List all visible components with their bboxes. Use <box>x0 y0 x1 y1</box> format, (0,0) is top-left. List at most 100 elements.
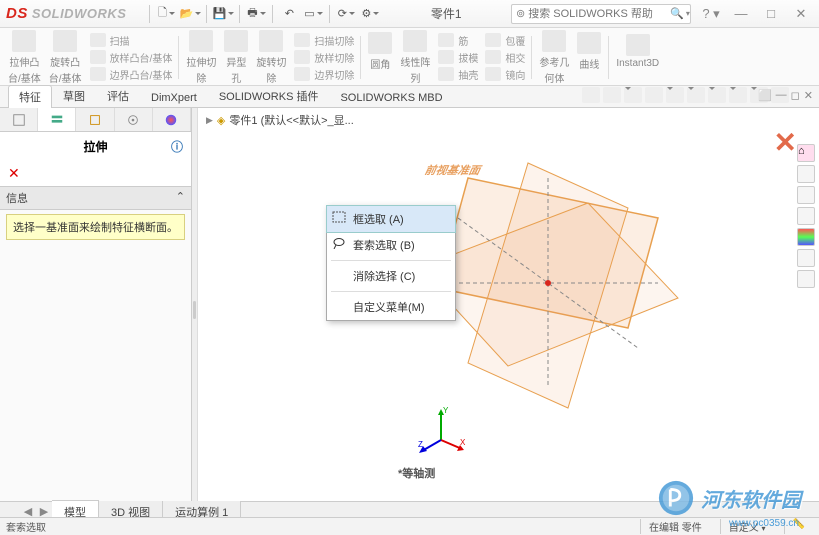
extrude-boss-button[interactable]: 拉伸凸台/基体 <box>4 30 45 85</box>
part-icon: ◈ <box>217 114 225 127</box>
search-glass-icon[interactable]: 🔍 <box>670 7 684 20</box>
doc-min-icon[interactable]: — <box>776 89 787 102</box>
ds-logo-icon: DS <box>6 5 28 22</box>
prev-view-button[interactable] <box>624 87 642 103</box>
cut-group: 扫描切除 放样切除 边界切除 <box>290 30 357 85</box>
shell-button[interactable]: 抽壳 <box>437 66 478 82</box>
zoom-fit-button[interactable] <box>582 87 600 103</box>
minimize-button[interactable]: — <box>729 5 753 23</box>
help-button[interactable]: ? ▾ <box>699 5 723 23</box>
select-button[interactable]: ▭ <box>302 4 324 24</box>
taskpane-explorer-icon[interactable] <box>797 186 815 204</box>
taskpane-props-icon[interactable] <box>797 249 815 267</box>
help-search[interactable]: ⊚ 🔍 ▾ <box>511 4 691 24</box>
boundary-cut-button[interactable]: 边界切除 <box>293 66 354 82</box>
panel-tab-tree[interactable] <box>0 108 38 131</box>
revolve-boss-button[interactable]: 旋转凸台/基体 <box>45 30 86 85</box>
breadcrumb-arrow-icon: ▶ <box>206 115 213 126</box>
sweep-cut-button[interactable]: 扫描切除 <box>293 32 354 48</box>
fillet-button[interactable]: 圆角 <box>364 30 396 85</box>
menu-clear-select[interactable]: 消除选择 (C) <box>327 263 455 289</box>
tab-sketch[interactable]: 草图 <box>52 84 96 107</box>
save-button[interactable]: 💾 <box>212 4 234 24</box>
lasso-icon <box>332 237 346 249</box>
taskpane-home-icon[interactable]: ⌂ <box>797 144 815 162</box>
tab-dimxpert[interactable]: DimXpert <box>140 88 208 107</box>
collapse-icon: ⌃ <box>176 190 185 206</box>
hide-show-button[interactable] <box>708 87 726 103</box>
breadcrumb[interactable]: ▶ ◈ 零件1 (默认<<默认>_显... <box>206 112 354 128</box>
search-icon: ⊚ <box>516 7 525 20</box>
doc-window-controls: ⬜ — ◻ ✕ <box>758 89 813 102</box>
close-button[interactable]: ✕ <box>789 5 813 23</box>
draft-button[interactable]: 拔模 <box>437 49 478 65</box>
wrap-button[interactable]: 包覆 <box>484 32 525 48</box>
taskpane-appearance-icon[interactable] <box>797 228 815 246</box>
rib-button[interactable]: 筋 <box>437 32 468 48</box>
menu-lasso-select[interactable]: 套索选取 (B) <box>327 232 455 258</box>
ref-geom-button[interactable]: 参考几何体 <box>535 30 573 85</box>
tab-features[interactable]: 特征 <box>8 85 52 108</box>
doc-restore-icon[interactable]: ⬜ <box>758 89 772 102</box>
graphics-viewport[interactable]: ▶ ◈ 零件1 (默认<<默认>_显... ✕ ⌂ 前视基准面 <box>198 108 819 511</box>
new-doc-button[interactable]: 🗋 <box>155 4 177 24</box>
sweep-button[interactable]: 扫描 <box>89 32 130 48</box>
revolve-cut-button[interactable]: 旋转切除 <box>252 30 290 85</box>
print-button[interactable]: 🖶 <box>245 4 267 24</box>
menu-box-select[interactable]: 框选取 (A) <box>326 205 456 233</box>
panel-section-header[interactable]: 信息⌃ <box>0 186 191 210</box>
doc-max-icon[interactable]: ◻ <box>791 89 800 102</box>
appearance-button[interactable] <box>729 87 747 103</box>
section-view-button[interactable] <box>645 87 663 103</box>
panel-cancel-button[interactable]: ✕ <box>0 161 191 186</box>
curves-button[interactable]: 曲线 <box>573 30 605 85</box>
doc-close-icon[interactable]: ✕ <box>804 89 813 102</box>
property-manager: 拉伸 ⓘ ✕ 信息⌃ 选择一基准面来绘制特征横断面。 <box>0 108 192 511</box>
display-style-button[interactable] <box>687 87 705 103</box>
panel-tab-appearance[interactable] <box>153 108 191 131</box>
panel-tab-config[interactable] <box>76 108 114 131</box>
panel-hint-text: 选择一基准面来绘制特征横断面。 <box>6 214 185 240</box>
mirror-button[interactable]: 镜向 <box>484 66 525 82</box>
taskpane-forum-icon[interactable] <box>797 270 815 288</box>
intersect-button[interactable]: 相交 <box>484 49 525 65</box>
view-name-label: *等轴测 <box>398 465 435 481</box>
tab-sw-addins[interactable]: SOLIDWORKS 插件 <box>208 84 330 107</box>
hole-wizard-button[interactable]: 异型孔 <box>220 30 252 85</box>
task-pane: ⌂ <box>797 144 815 288</box>
panel-tab-property[interactable] <box>38 108 76 131</box>
taskpane-view-icon[interactable] <box>797 207 815 225</box>
ribbon: 拉伸凸台/基体 旋转凸台/基体 扫描 放样凸台/基体 边界凸台/基体 拉伸切除 … <box>0 28 819 86</box>
maximize-button[interactable]: □ <box>759 5 783 23</box>
context-menu: 框选取 (A) 套索选取 (B) 消除选择 (C) 自定义菜单(M) <box>326 205 456 321</box>
extrude-cut-button[interactable]: 拉伸切除 <box>182 30 220 85</box>
rebuild-button[interactable]: ⟳ <box>335 4 357 24</box>
quick-access-toolbar: 🗋 📂 💾 🖶 ↶ ▭ ⟳ ⚙ <box>146 4 381 24</box>
status-edit-mode: 在编辑 零件 <box>640 519 710 534</box>
box-select-icon <box>332 211 346 223</box>
cancel-x-icon[interactable]: ✕ <box>774 126 797 159</box>
zoom-area-button[interactable] <box>603 87 621 103</box>
panel-tab-dimxpert[interactable] <box>115 108 153 131</box>
tab-sw-mbd[interactable]: SOLIDWORKS MBD <box>329 88 453 107</box>
panel-help-icon[interactable]: ⓘ <box>171 138 183 155</box>
front-plane-label: 前视基准面 <box>422 162 484 178</box>
undo-button[interactable]: ↶ <box>278 4 300 24</box>
wrap-group: 包覆 相交 镜向 <box>481 30 528 85</box>
view-orient-button[interactable] <box>666 87 684 103</box>
search-input[interactable] <box>528 8 670 20</box>
boundary-button[interactable]: 边界凸台/基体 <box>89 66 173 82</box>
menu-customize[interactable]: 自定义菜单(M) <box>327 294 455 320</box>
loft-button[interactable]: 放样凸台/基体 <box>89 49 173 65</box>
loft-cut-button[interactable]: 放样切除 <box>293 49 354 65</box>
open-doc-button[interactable]: 📂 <box>179 4 201 24</box>
breadcrumb-text: 零件1 (默认<<默认>_显... <box>229 112 353 128</box>
options-button[interactable]: ⚙ <box>359 4 381 24</box>
status-text: 套索选取 <box>6 519 46 534</box>
instant3d-button[interactable]: Instant3D <box>612 30 663 85</box>
taskpane-library-icon[interactable] <box>797 165 815 183</box>
watermark: 河东软件园 <box>657 479 801 517</box>
linear-pattern-button[interactable]: 线性阵列 <box>396 30 434 85</box>
tab-evaluate[interactable]: 评估 <box>96 84 140 107</box>
brand-text: SOLIDWORKS <box>32 6 127 21</box>
